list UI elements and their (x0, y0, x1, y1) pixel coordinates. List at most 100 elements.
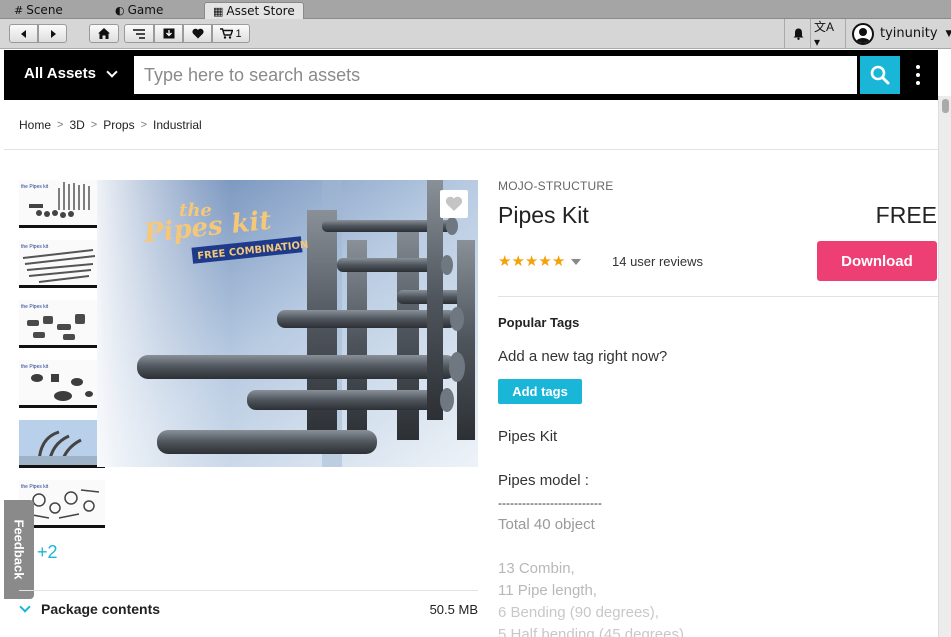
category-label: All Assets (24, 65, 96, 82)
download-button[interactable]: Download (817, 241, 937, 281)
cart-button[interactable]: 1 (212, 24, 250, 43)
gallery-thumbnail[interactable]: the Pipes kit (19, 240, 97, 288)
home-icon (98, 28, 110, 39)
category-dropdown[interactable]: All Assets (24, 65, 118, 82)
gallery-thumbnail[interactable]: the Pipes kit (19, 180, 97, 228)
breadcrumb-industrial[interactable]: Industrial (153, 118, 202, 132)
package-contents-toggle[interactable]: Package contents 50.5 MB (19, 601, 478, 617)
bell-icon (793, 28, 803, 40)
add-tags-button[interactable]: Add tags (498, 379, 582, 404)
back-arrow-icon (20, 29, 26, 38)
chevron-down-icon (106, 65, 118, 78)
wishlist-button[interactable] (183, 24, 212, 43)
publisher-link[interactable]: MOJO-STRUCTURE (498, 179, 613, 193)
package-size: 50.5 MB (429, 601, 478, 617)
pacman-icon: ◐ (115, 4, 125, 17)
cart-count: 1 (235, 27, 242, 40)
tab-asset-store-label: Asset Store (226, 4, 295, 18)
divider (4, 149, 938, 150)
username: tyinunity (880, 26, 938, 41)
search-input[interactable] (134, 56, 857, 94)
toolbar-separator (810, 19, 811, 48)
svg-text:the Pipes kit: the Pipes kit (21, 304, 49, 310)
caret-down-icon: ▼ (945, 28, 951, 39)
star-icon: ★ (551, 252, 566, 270)
download-box-icon (163, 28, 174, 39)
heart-icon (191, 28, 204, 39)
tab-scene[interactable]: # Scene (6, 2, 63, 19)
store-header: All Assets (4, 50, 938, 100)
back-button[interactable] (9, 24, 38, 43)
editor-tab-strip: # Scene ◐ Game ▦ Asset Store (0, 0, 951, 19)
gallery-thumbnail[interactable]: the Pipes kit (19, 360, 97, 408)
tab-asset-store[interactable]: ▦ Asset Store (204, 2, 304, 19)
main-product-image[interactable]: the Pipes kit FREE COMBINATION (97, 180, 478, 467)
search-icon (870, 65, 890, 85)
home-button[interactable] (89, 24, 119, 43)
forward-button[interactable] (38, 24, 67, 43)
gallery-thumbnail[interactable] (19, 420, 105, 468)
grid-icon: # (14, 4, 24, 17)
list-icon (133, 28, 145, 39)
toolbar-separator (845, 19, 846, 48)
translate-icon: 文A ▾ (814, 20, 834, 49)
description-line (498, 536, 928, 558)
cart-icon (220, 28, 234, 39)
description-line: 6 Bending (90 degrees), (498, 604, 659, 621)
more-menu-button[interactable] (915, 65, 921, 85)
store-icon: ▦ (213, 5, 224, 18)
svg-text:the Pipes kit: the Pipes kit (21, 184, 49, 190)
product-title: Pipes Kit (498, 202, 589, 228)
list-button[interactable] (124, 24, 154, 43)
star-icon: ★ (498, 252, 512, 270)
review-count-link[interactable]: 14 user reviews (612, 254, 703, 269)
description-line: Pipes model : (498, 472, 589, 489)
breadcrumb-home[interactable]: Home (19, 118, 51, 132)
svg-text:the Pipes kit: the Pipes kit (21, 364, 49, 370)
wishlist-heart-button[interactable] (440, 190, 468, 218)
caret-down-icon (571, 259, 582, 265)
breadcrumb-separator: > (140, 119, 148, 131)
notifications-button[interactable] (788, 23, 808, 44)
heart-icon (445, 196, 463, 211)
add-tag-prompt: Add a new tag right now? (498, 348, 668, 365)
svg-text:the Pipes kit: the Pipes kit (21, 484, 49, 490)
downloads-button[interactable] (154, 24, 183, 43)
breadcrumb-separator: > (57, 119, 64, 131)
tab-scene-label: Scene (26, 3, 63, 17)
more-media-count[interactable]: +2 (37, 542, 58, 563)
star-icon: ★ (524, 252, 539, 270)
product-description: Pipes Kit Pipes model : ----------------… (498, 426, 928, 637)
avatar (852, 22, 874, 45)
browser-toolbar: 1 文A ▾ tyinunity ▼ (0, 19, 951, 49)
description-line: -------------------------- (498, 496, 602, 510)
scrollbar-thumb[interactable] (942, 99, 949, 113)
chevron-down-icon (19, 601, 31, 613)
description-line: 13 Combin, (498, 560, 575, 577)
tab-game[interactable]: ◐ Game (107, 2, 163, 19)
rating-stars[interactable]: ★ ★ ★ ★ ★ (498, 252, 582, 270)
feedback-tab[interactable]: Feedback (4, 500, 34, 599)
gallery-thumbnail[interactable]: the Pipes kit (19, 300, 97, 348)
svg-text:the Pipes kit: the Pipes kit (21, 244, 49, 250)
toolbar-separator (784, 19, 785, 48)
star-icon: ★ (511, 252, 525, 270)
product-price: FREE (875, 202, 937, 228)
breadcrumb-props[interactable]: Props (103, 118, 134, 132)
search-button[interactable] (860, 56, 900, 94)
page-scrollbar[interactable] (938, 96, 951, 637)
package-contents-label: Package contents (41, 601, 161, 617)
user-menu[interactable]: tyinunity ▼ (852, 21, 951, 46)
description-line: Total 40 object (498, 516, 595, 533)
popular-tags-heading: Popular Tags (498, 315, 580, 330)
forward-arrow-icon (50, 29, 56, 38)
tab-game-label: Game (127, 3, 164, 17)
language-button[interactable]: 文A ▾ (814, 20, 842, 49)
breadcrumb: Home > 3D > Props > Industrial (19, 118, 202, 132)
breadcrumb-3d[interactable]: 3D (69, 118, 84, 132)
feedback-label: Feedback (11, 519, 27, 580)
description-line: 11 Pipe length, (498, 582, 597, 599)
description-line (498, 448, 928, 470)
divider (19, 590, 478, 591)
description-line: 5 Half bending (45 degrees) (498, 626, 684, 637)
